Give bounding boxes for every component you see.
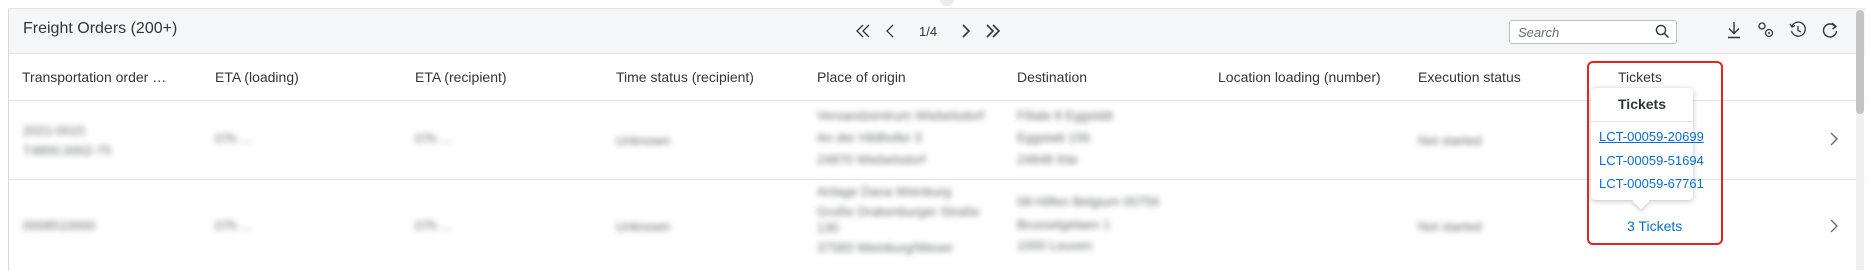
tickets-count-link[interactable]: 3 Tickets [1627,218,1682,234]
column-header-time-status[interactable]: Time status (recipient) [616,69,754,85]
order-number: 0008510000 [23,218,96,233]
order-number-secondary: T4800.0002-75 [23,143,112,158]
scrollbar-thumb[interactable] [1856,10,1864,114]
origin-line: 24870 Wiebelsdorf [817,152,926,167]
double-chevron-right-icon [986,24,1001,38]
order-number: 2021-0015 [23,123,86,138]
refresh-icon[interactable] [1821,21,1839,39]
table-header: Transportation order nu... ETA (loading)… [9,54,1865,101]
settings-icon[interactable] [1757,21,1775,39]
origin-line: 130 [817,220,839,235]
tickets-popover: Tickets LCT-00059-20699 LCT-00059-51694 … [1591,88,1704,200]
time-status: Unknown [616,133,671,148]
ticket-link[interactable]: LCT-00059-51694 [1599,153,1704,168]
destination-line: 1000 Leuven [1017,238,1093,253]
freight-orders-panel: Freight Orders (200+) 1/4 Search Transpo… [8,8,1865,271]
origin-line: Große Drakenburger Straße [817,204,980,219]
chevron-left-icon [886,24,894,38]
pagination: 1/4 [849,19,1007,43]
table-row[interactable]: 2021-0015 T4800.0002-75 07h ... 07h ... … [9,101,1865,180]
origin-line: An der Hildhofer 3 [817,130,922,145]
column-header-location-loading[interactable]: Location loading (number) [1218,69,1381,85]
search-icon[interactable] [1655,24,1670,44]
table-row[interactable]: 0008510000 07h ... 07h ... Unknown Anlag… [9,180,1865,271]
column-header-order-number[interactable]: Transportation order nu... [22,69,172,85]
eta-loading: 07h ... [215,131,252,146]
eta-recipient: 07h ... [415,218,452,233]
origin-line: Versandzentrum Wiebelsdorf [817,108,984,123]
execution-status: Not started [1418,219,1482,234]
page-indicator: 1/4 [919,23,938,39]
destination-line: 08-Hilfen Belgium 00756 [1017,194,1160,209]
first-page-button[interactable] [849,19,877,43]
column-header-execution-status[interactable]: Execution status [1418,69,1521,85]
popover-divider [1591,121,1693,122]
eta-recipient: 07h ... [415,131,452,146]
destination-line: 24848 Ihle [1017,152,1078,167]
table-toolbar: Freight Orders (200+) 1/4 [9,9,1865,54]
vertical-scrollbar[interactable] [1856,8,1864,270]
double-chevron-left-icon [856,24,870,38]
row-navigation-icon[interactable] [1829,131,1839,152]
search-input[interactable] [1516,21,1660,43]
destination-line: Eggstatt 156 [1017,130,1090,145]
history-icon[interactable] [1789,21,1807,39]
ticket-link[interactable]: LCT-00059-20699 [1599,129,1704,144]
column-header-eta-recipient[interactable]: ETA (recipient) [415,69,507,85]
download-icon[interactable] [1725,21,1743,39]
destination-line: Brusselgelaen 1 [1017,217,1111,232]
chevron-right-icon [962,24,971,38]
top-notch [940,0,954,6]
last-page-button[interactable] [979,19,1007,43]
column-header-destination[interactable]: Destination [1017,69,1087,85]
eta-loading: 07h ... [215,218,252,233]
origin-line: 37583 Weinburg/Weser [817,240,954,255]
popover-title: Tickets [1618,96,1666,112]
column-header-eta-loading[interactable]: ETA (loading) [215,69,299,85]
search-field[interactable] [1509,20,1677,44]
previous-page-button[interactable] [877,19,905,43]
column-header-place-of-origin[interactable]: Place of origin [817,69,906,85]
origin-line: Anlage Dana Weinburg [817,184,952,199]
next-page-button[interactable] [951,19,979,43]
execution-status: Not started [1418,133,1482,148]
row-navigation-icon[interactable] [1829,218,1839,239]
table-title: Freight Orders (200+) [23,20,178,37]
time-status: Unknown [616,219,671,234]
destination-line: Filiale 8 Eggstätt [1017,108,1114,123]
column-header-tickets[interactable]: Tickets [1618,69,1662,85]
ticket-link[interactable]: LCT-00059-67761 [1599,176,1704,191]
